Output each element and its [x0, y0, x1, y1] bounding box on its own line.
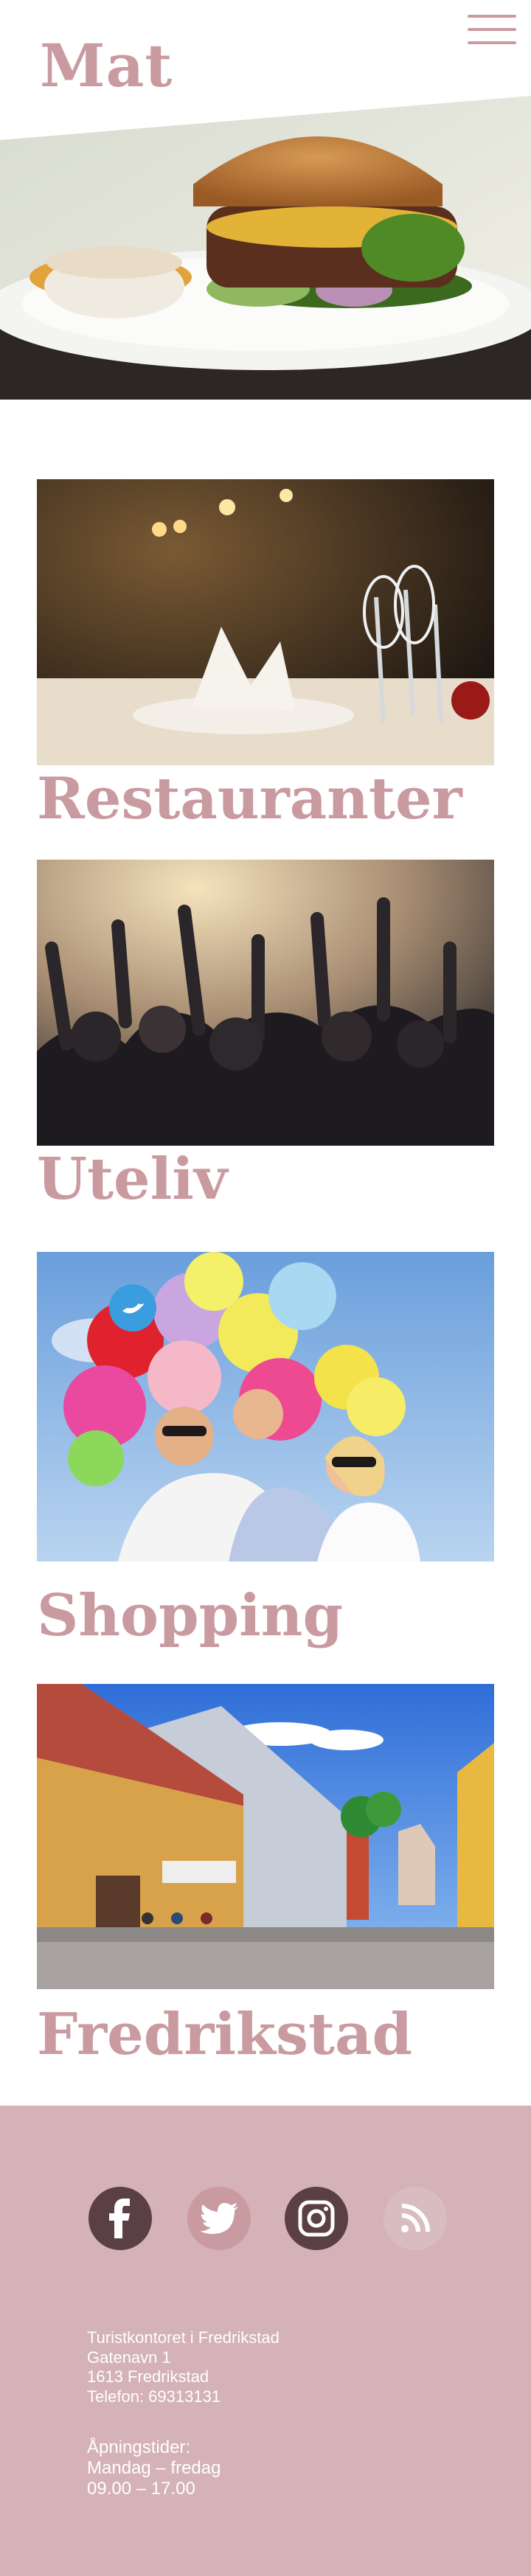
facebook-icon[interactable]	[88, 2187, 152, 2250]
hours-time: 09.00 – 17.00	[87, 2479, 195, 2499]
family-balloons-photo[interactable]	[37, 1252, 494, 1562]
footer-address: Turistkontoret i Fredrikstad Gatenavn 1 …	[87, 2328, 280, 2406]
twitter-icon[interactable]	[187, 2187, 251, 2250]
postal-address: 1613 Fredrikstad	[87, 2367, 209, 2386]
old-town-street-photo[interactable]	[37, 1684, 494, 1989]
site-footer: Turistkontoret i Fredrikstad Gatenavn 1 …	[0, 2106, 531, 2576]
opening-hours: Åpningstider: Mandag – fredag 09.00 – 17…	[87, 2437, 221, 2499]
hours-heading: Åpningstider:	[87, 2437, 191, 2457]
hero-food-image	[0, 96, 531, 400]
concert-crowd-photo[interactable]	[37, 860, 494, 1146]
street-address: Gatenavn 1	[87, 2347, 171, 2367]
org-name: Turistkontoret i Fredrikstad	[87, 2328, 280, 2347]
hours-days: Mandag – fredag	[87, 2458, 221, 2478]
category-title-restauranter[interactable]: Restauranter	[37, 765, 462, 832]
page-title: Mat	[40, 31, 173, 100]
rss-icon[interactable]	[384, 2187, 447, 2250]
header-slant	[0, 96, 531, 140]
phone-number: Telefon: 69313131	[87, 2387, 221, 2406]
restaurant-table-photo[interactable]	[37, 479, 494, 765]
category-title-shopping[interactable]: Shopping	[37, 1582, 343, 1649]
instagram-icon[interactable]	[285, 2187, 348, 2250]
category-title-fredrikstad[interactable]: Fredrikstad	[37, 2001, 412, 2068]
hamburger-menu-icon[interactable]	[468, 12, 516, 47]
category-title-uteliv[interactable]: Uteliv	[37, 1146, 227, 1213]
